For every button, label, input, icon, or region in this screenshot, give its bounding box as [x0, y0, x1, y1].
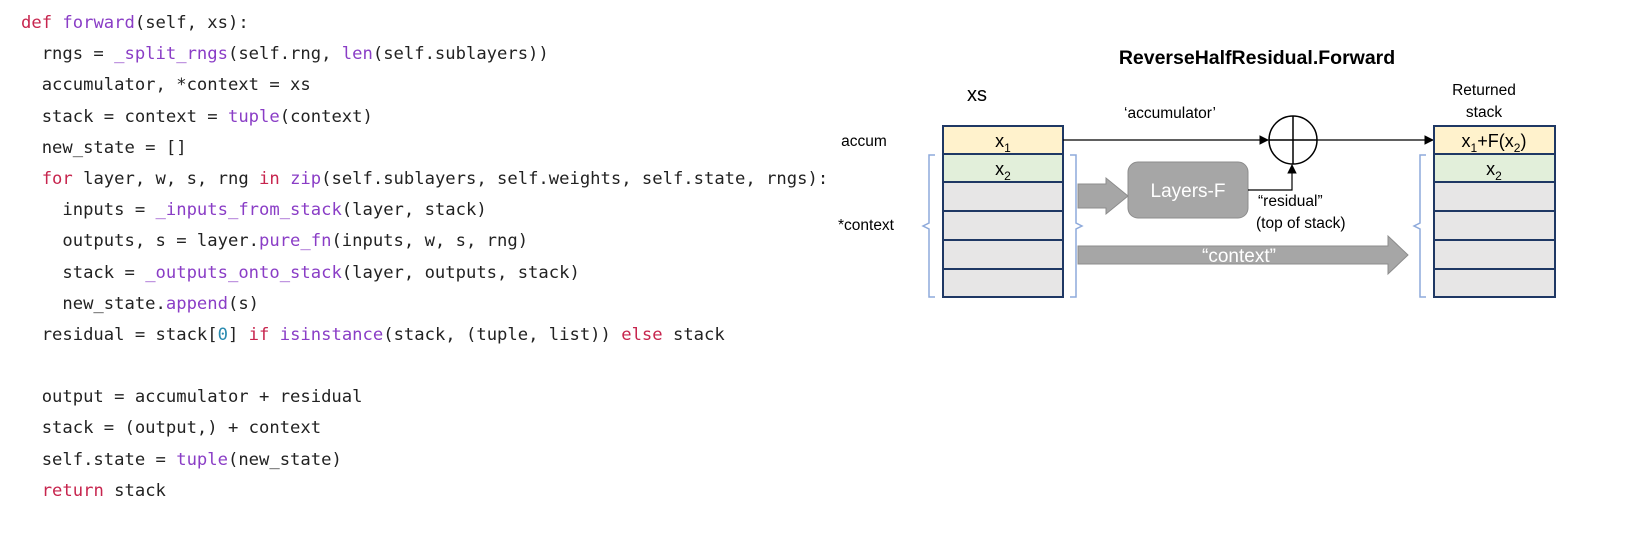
layers-input-arrow [1077, 176, 1129, 216]
output-stack: x1+F(x2) x2 [1433, 125, 1556, 298]
output-cell-empty [1433, 210, 1556, 241]
returned-stack-label-line1: Returned [1452, 82, 1516, 99]
layers-label: Layers-F [1151, 181, 1226, 202]
accum-label: accum [841, 133, 887, 150]
input-cell-empty [942, 210, 1064, 241]
output-cell-empty [1433, 239, 1556, 270]
context-label: *context [838, 217, 895, 234]
output-cell-empty [1433, 268, 1556, 298]
context-brace-right [1070, 154, 1084, 298]
diagram: ReverseHalfResidual.Forward xs accum *co… [838, 47, 1556, 298]
residual-arrow [1248, 164, 1297, 191]
residual-sublabel: (top of stack) [1256, 215, 1346, 232]
accumulator-label: ‘accumulator’ [1124, 105, 1216, 122]
output-cell-empty [1433, 181, 1556, 212]
output-brace [1412, 154, 1426, 298]
add-operator-icon [1268, 115, 1318, 165]
input-cell-empty [942, 239, 1064, 270]
residual-label: “residual” [1258, 193, 1323, 210]
input-label: xs [967, 84, 987, 106]
context-arrow-label: “context” [1202, 246, 1276, 267]
input-stack: x1 x2 [942, 125, 1064, 298]
diagram-title: ReverseHalfResidual.Forward [1119, 47, 1395, 69]
input-cell-empty [942, 181, 1064, 212]
input-cell-empty [942, 268, 1064, 298]
context-brace-left [921, 154, 935, 298]
returned-stack-label-line2: stack [1466, 104, 1502, 121]
